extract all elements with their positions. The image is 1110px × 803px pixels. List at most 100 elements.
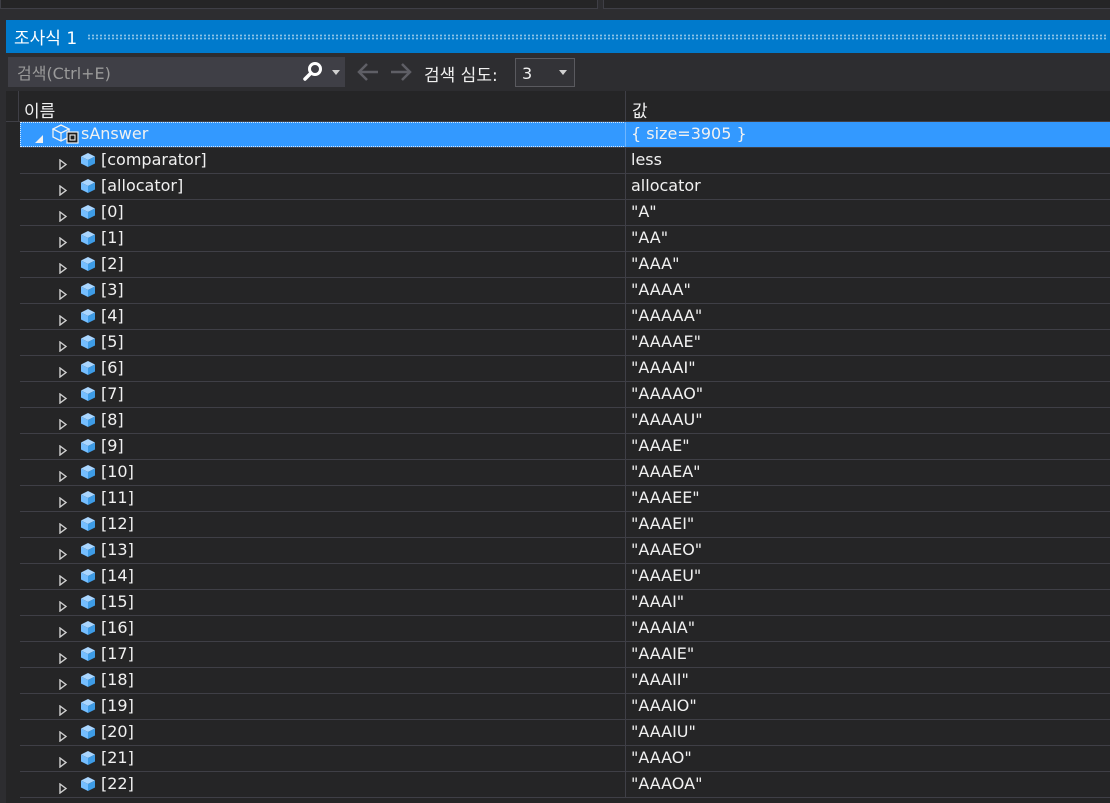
member-value[interactable]: "AAAAI": [631, 358, 696, 377]
search-input[interactable]: [9, 58, 304, 88]
member-value[interactable]: "AAAAO": [631, 384, 703, 403]
column-header-name[interactable]: 이름: [24, 97, 55, 122]
watch-row[interactable]: [18] "AAAII": [20, 668, 1110, 694]
member-value[interactable]: "AAAIO": [631, 696, 697, 715]
expand-arrow-icon[interactable]: [58, 675, 68, 691]
expand-arrow-icon[interactable]: [58, 233, 68, 249]
member-value[interactable]: "AAAE": [631, 436, 690, 455]
expand-arrow-icon[interactable]: [58, 181, 68, 197]
column-header-value[interactable]: 값: [632, 97, 648, 122]
member-value[interactable]: "AAAII": [631, 670, 689, 689]
expand-arrow-icon[interactable]: [58, 623, 68, 639]
expand-arrow-icon[interactable]: [58, 389, 68, 405]
member-value[interactable]: "AAAAU": [631, 410, 703, 429]
arrow-left-icon[interactable]: [355, 61, 381, 83]
member-value[interactable]: "AAAIE": [631, 644, 694, 663]
expand-arrow-icon[interactable]: [58, 727, 68, 743]
member-value[interactable]: "AAA": [631, 254, 679, 273]
member-value[interactable]: "AAAEO": [631, 540, 702, 559]
variable-value[interactable]: { size=3905 }: [631, 124, 747, 143]
watch-row[interactable]: [19] "AAAIO": [20, 694, 1110, 720]
expand-arrow-icon[interactable]: [58, 753, 68, 769]
member-value[interactable]: "AAAEI": [631, 514, 694, 533]
watch-row[interactable]: [15] "AAAI": [20, 590, 1110, 616]
watch-row[interactable]: [20] "AAAIU": [20, 720, 1110, 746]
watch-row[interactable]: [17] "AAAIE": [20, 642, 1110, 668]
watch-row[interactable]: [10] "AAAEA": [20, 460, 1110, 486]
watch-row[interactable]: [comparator] less: [20, 148, 1110, 174]
expand-collapse-icon[interactable]: [34, 129, 44, 143]
arrow-right-icon[interactable]: [388, 61, 414, 83]
member-name: [8]: [101, 410, 124, 429]
expand-arrow-icon[interactable]: [58, 571, 68, 587]
expand-arrow-icon[interactable]: [58, 337, 68, 353]
watch-row[interactable]: [12] "AAAEI": [20, 512, 1110, 538]
expand-arrow-icon[interactable]: [58, 441, 68, 457]
expand-arrow-icon[interactable]: [58, 259, 68, 275]
watch-row[interactable]: [5] "AAAAE": [20, 330, 1110, 356]
field-cube-icon: [80, 516, 96, 532]
column-divider: [625, 148, 626, 173]
watch-row[interactable]: [16] "AAAIA": [20, 616, 1110, 642]
member-value[interactable]: "AAAIU": [631, 722, 696, 741]
member-name: [14]: [101, 566, 134, 585]
field-cube-icon: [80, 568, 96, 584]
field-cube-icon: [80, 464, 96, 480]
watch-row[interactable]: [8] "AAAAU": [20, 408, 1110, 434]
expand-arrow-icon[interactable]: [58, 649, 68, 665]
column-splitter[interactable]: [625, 91, 626, 122]
member-value[interactable]: "AAAOA": [631, 774, 702, 793]
expand-arrow-icon[interactable]: [58, 467, 68, 483]
watch-row[interactable]: [22] "AAAOA": [20, 772, 1110, 798]
member-value[interactable]: "AAAIA": [631, 618, 695, 637]
member-value[interactable]: "AAAA": [631, 280, 691, 299]
watch-row[interactable]: [14] "AAAEU": [20, 564, 1110, 590]
search-depth-value: 3: [522, 64, 533, 83]
expand-arrow-icon[interactable]: [58, 545, 68, 561]
expand-arrow-icon[interactable]: [58, 285, 68, 301]
watch-window-titlebar[interactable]: 조사식 1: [6, 20, 1110, 53]
watch-row[interactable]: [3] "AAAA": [20, 278, 1110, 304]
watch-row[interactable]: [11] "AAAEE": [20, 486, 1110, 512]
watch-row[interactable]: [9] "AAAE": [20, 434, 1110, 460]
member-value[interactable]: allocator: [631, 176, 701, 195]
member-value[interactable]: "AAAEA": [631, 462, 701, 481]
member-value[interactable]: "AAAEU": [631, 566, 701, 585]
drag-grip[interactable]: [87, 33, 1106, 40]
watch-row[interactable]: [21] "AAAO": [20, 746, 1110, 772]
watch-row[interactable]: [4] "AAAAA": [20, 304, 1110, 330]
member-value[interactable]: "AA": [631, 228, 668, 247]
member-value[interactable]: "AAAAA": [631, 306, 702, 325]
member-value[interactable]: "A": [631, 202, 657, 221]
variable-name: sAnswer: [81, 124, 149, 143]
watch-row[interactable]: [6] "AAAAI": [20, 356, 1110, 382]
expand-arrow-icon[interactable]: [58, 493, 68, 509]
watch-row[interactable]: [7] "AAAAO": [20, 382, 1110, 408]
watch-row[interactable]: [13] "AAAEO": [20, 538, 1110, 564]
watch-row[interactable]: [1] "AA": [20, 226, 1110, 252]
expand-arrow-icon[interactable]: [58, 779, 68, 795]
expand-arrow-icon[interactable]: [58, 597, 68, 613]
search-depth-select[interactable]: 3: [515, 58, 575, 87]
watch-row[interactable]: [2] "AAA": [20, 252, 1110, 278]
expand-arrow-icon[interactable]: [58, 701, 68, 717]
expand-arrow-icon[interactable]: [58, 415, 68, 431]
expand-arrow-icon[interactable]: [58, 207, 68, 223]
expand-arrow-icon[interactable]: [58, 519, 68, 535]
member-value[interactable]: "AAAI": [631, 592, 684, 611]
field-cube-icon: [80, 360, 96, 376]
member-value[interactable]: less: [631, 150, 662, 169]
watch-row[interactable]: [allocator] allocator: [20, 174, 1110, 200]
expand-arrow-icon[interactable]: [58, 363, 68, 379]
member-value[interactable]: "AAAAE": [631, 332, 701, 351]
member-value[interactable]: "AAAEE": [631, 488, 700, 507]
search-options-dropdown-icon[interactable]: [329, 61, 343, 83]
member-name: [3]: [101, 280, 124, 299]
search-icon[interactable]: [302, 61, 324, 83]
member-value[interactable]: "AAAO": [631, 748, 692, 767]
watch-grid: 이름 값 sAnswer { size=3905 } [comparator] les…: [6, 91, 1110, 803]
expand-arrow-icon[interactable]: [58, 155, 68, 171]
watch-row[interactable]: [0] "A": [20, 200, 1110, 226]
watch-row-root[interactable]: sAnswer { size=3905 }: [20, 122, 1110, 148]
expand-arrow-icon[interactable]: [58, 311, 68, 327]
